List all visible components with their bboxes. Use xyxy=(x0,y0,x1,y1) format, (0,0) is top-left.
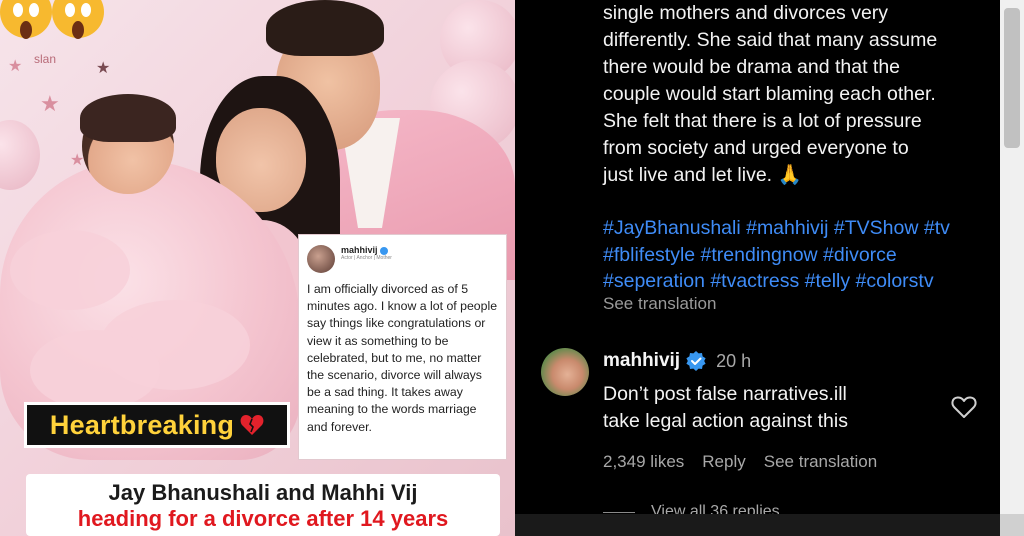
heartbreaking-label: Heartbreaking xyxy=(49,409,235,440)
comment-text-line: Don’t post false narratives.ill xyxy=(603,383,847,405)
star-decoration: ★ xyxy=(96,58,111,77)
like-heart-icon[interactable] xyxy=(951,395,977,419)
hashtags[interactable]: #JayBhanushali #mahhivij #TVShow #tv #fb… xyxy=(603,215,1003,295)
quote-bio: Actor | Anchor | Mother xyxy=(341,255,392,261)
party-label: slan xyxy=(34,52,57,66)
see-translation-link[interactable]: See translation xyxy=(603,294,716,314)
dress-ruffle xyxy=(30,330,160,410)
star-decoration: ★ xyxy=(8,56,23,75)
commenter-avatar[interactable] xyxy=(541,348,589,396)
caption-line: from society and urged everyone to xyxy=(603,137,909,159)
caption-line: single mothers and divorces very xyxy=(603,2,889,24)
post-caption: single mothers and divorces very differe… xyxy=(603,0,993,189)
hashtag-line[interactable]: #seperation #tvactress #telly #colorstv xyxy=(603,268,1003,295)
post-image[interactable]: ★ ★ ★ ★ slan mahhivij Actor | Anchor | M… xyxy=(0,0,515,536)
comments-pane[interactable]: single mothers and divorces very differe… xyxy=(515,0,1024,536)
headline-box: Jay Bhanushali and Mahhi Vij heading for… xyxy=(26,474,500,536)
caption-line: there would be drama and that the xyxy=(603,56,901,78)
see-translation-button[interactable]: See translation xyxy=(764,452,877,472)
scroll-corner xyxy=(1000,514,1024,536)
comment-timestamp: 20 h xyxy=(716,350,752,371)
man-hair xyxy=(266,0,384,56)
verified-badge-icon xyxy=(379,246,388,255)
quote-avatar xyxy=(307,245,335,273)
hashtag-line[interactable]: #JayBhanushali #mahhivij #TVShow #tv xyxy=(603,215,1003,242)
quote-username: mahhivij xyxy=(341,245,392,255)
dress-ruffle xyxy=(10,230,130,310)
caption-line: She felt that there is a lot of pressure xyxy=(603,110,922,132)
vertical-scrollbar[interactable] xyxy=(1000,0,1024,514)
comment-username[interactable]: mahhivij xyxy=(603,350,680,372)
caption-line: couple would start blaming each other. xyxy=(603,83,936,105)
headline-line-2: heading for a divorce after 14 years xyxy=(77,506,449,531)
reply-button[interactable]: Reply xyxy=(702,452,745,472)
headline-line-1: Jay Bhanushali and Mahhi Vij xyxy=(108,480,418,505)
broken-heart-icon xyxy=(240,415,264,435)
horizontal-scrollbar[interactable] xyxy=(515,514,1024,536)
quote-text: I am officially divorced as of 5 minutes… xyxy=(307,282,498,434)
balloon xyxy=(0,120,40,190)
star-decoration: ★ xyxy=(40,92,60,117)
likes-count[interactable]: 2,349 likes xyxy=(603,452,684,472)
quote-header: mahhivij Actor | Anchor | Mother xyxy=(307,245,498,273)
hashtag-line[interactable]: #fblifestyle #trendingnow #divorce xyxy=(603,242,1003,269)
quote-card: mahhivij Actor | Anchor | Mother I am of… xyxy=(298,234,507,460)
baby-hair xyxy=(80,94,176,142)
comment-text-line: take legal action against this xyxy=(603,410,848,432)
comment-actions: 2,349 likes Reply See translation xyxy=(603,452,877,472)
caption-line: just live and let live. 🙏 xyxy=(603,164,802,186)
shocked-emoji-icon xyxy=(0,0,104,39)
comment-text: Don’t post false narratives.ill take leg… xyxy=(603,381,943,435)
caption-line: differently. She said that many assume xyxy=(603,29,938,51)
heartbreaking-tag: Heartbreaking xyxy=(24,402,290,448)
replies-divider xyxy=(603,511,635,513)
verified-badge-icon xyxy=(686,351,706,371)
comment-header: mahhivij 20 h xyxy=(603,350,751,372)
scrollbar-thumb[interactable] xyxy=(1004,8,1020,148)
